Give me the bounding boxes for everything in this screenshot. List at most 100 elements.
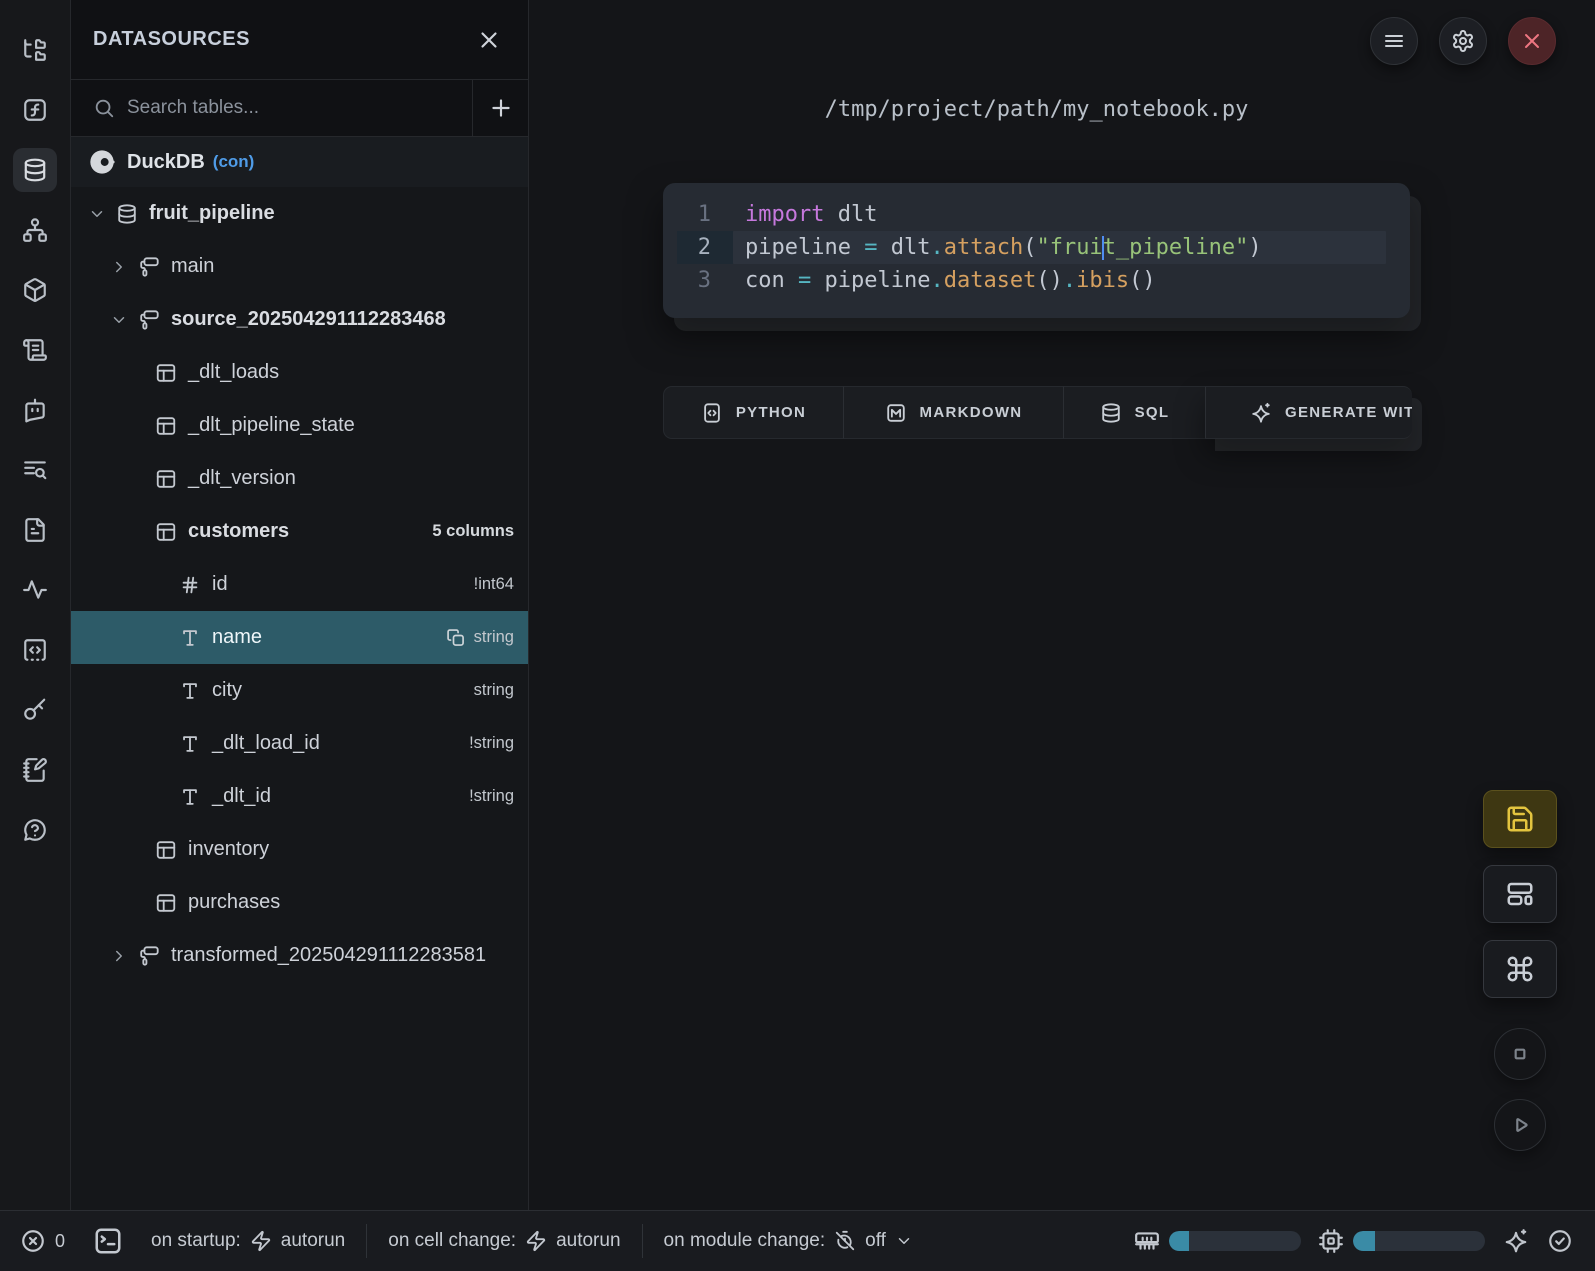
sidebar-item-database[interactable] [13, 148, 57, 192]
code-line-1[interactable]: 1import dlt [663, 198, 1410, 231]
divider [642, 1224, 643, 1258]
sidebar-item-scroll[interactable] [13, 328, 57, 372]
database-icon [22, 157, 48, 183]
menu-button[interactable] [1370, 17, 1418, 65]
tree-item-meta: 5 columns [432, 522, 528, 541]
setting-label: on module change: [664, 1230, 826, 1252]
hash-icon [179, 574, 201, 596]
box-icon [22, 277, 48, 303]
search-input[interactable] [127, 97, 387, 119]
tree-item-label: main [171, 255, 214, 278]
markdown-icon [885, 402, 907, 424]
sidebar-item-file-doc[interactable] [13, 508, 57, 552]
chevron-down-icon [88, 205, 106, 223]
setting-on-module-change[interactable]: on module change:off [664, 1230, 913, 1252]
file-path-label: /tmp/project/path/my_notebook.py [663, 96, 1410, 124]
sidebar-item-key[interactable] [13, 688, 57, 732]
code-text: con = pipeline.dataset().ibis() [733, 264, 1386, 297]
file-tree-icon [22, 37, 48, 63]
run-button[interactable] [1494, 1099, 1546, 1151]
sidebar-item-help[interactable] [13, 808, 57, 852]
setting-value: autorun [281, 1230, 345, 1252]
tree-item-label: source_202504291112283468 [171, 308, 446, 331]
setting-on-cell-change[interactable]: on cell change:autorun [388, 1230, 620, 1252]
tree-item--dlt-id[interactable]: _dlt_id!string [71, 770, 528, 823]
setting-on-startup[interactable]: on startup:autorun [151, 1230, 345, 1252]
tree-item-label: name [212, 626, 262, 649]
connection-duckdb[interactable]: DuckDB (con) [71, 137, 528, 187]
line-number: 3 [663, 264, 733, 297]
menu-icon [1382, 29, 1406, 53]
help-icon [22, 817, 48, 843]
sidebar-item-activity[interactable] [13, 568, 57, 612]
add-python-cell-button[interactable]: PYTHON [663, 386, 843, 439]
sidebar-item-list-search[interactable] [13, 448, 57, 492]
tree-item-fruit-pipeline[interactable]: fruit_pipeline [71, 187, 528, 240]
tree-item-meta: string [474, 681, 528, 700]
tree-item-purchases[interactable]: purchases [71, 876, 528, 929]
search-row [71, 80, 528, 137]
tree-item--dlt-pipeline-state[interactable]: _dlt_pipeline_state [71, 399, 528, 452]
tree-item-customers[interactable]: customers5 columns [71, 505, 528, 558]
stop-icon [1507, 1041, 1533, 1067]
sidebar-item-function-square[interactable] [13, 88, 57, 132]
bot-icon [22, 397, 48, 423]
close-icon[interactable] [476, 27, 502, 53]
tree-item-transformed-202504291112283581[interactable]: transformed_202504291112283581 [71, 929, 528, 982]
sidebar-item-network[interactable] [13, 208, 57, 252]
error-indicator[interactable]: 0 [20, 1228, 65, 1254]
code-card-icon [701, 402, 723, 424]
connection-alias: (con) [213, 152, 255, 172]
tree-item-source-202504291112283468[interactable]: source_202504291112283468 [71, 293, 528, 346]
code-text: pipeline = dlt.attach("fruit_pipeline") [733, 231, 1386, 264]
tree-item-name[interactable]: namestring [71, 611, 528, 664]
sidebar-item-notebook[interactable] [13, 748, 57, 792]
gear-icon [1451, 29, 1475, 53]
tree-item--dlt-loads[interactable]: _dlt_loads [71, 346, 528, 399]
code-line-2[interactable]: 2pipeline = dlt.attach("fruit_pipeline") [663, 231, 1410, 264]
tree-item--dlt-version[interactable]: _dlt_version [71, 452, 528, 505]
terminal-button[interactable] [93, 1226, 123, 1256]
activity-bar [0, 0, 71, 1210]
sidebar-item-code-snippet[interactable] [13, 628, 57, 672]
list-search-icon [22, 457, 48, 483]
tree-item-main[interactable]: main [71, 240, 528, 293]
sidebar-item-bot[interactable] [13, 388, 57, 432]
add-markdown-cell-button[interactable]: MARKDOWN [843, 386, 1063, 439]
circle-x-icon [20, 1228, 46, 1254]
tree-item-label: _dlt_version [188, 467, 296, 490]
code-line-3[interactable]: 3con = pipeline.dataset().ibis() [663, 264, 1410, 297]
setting-value: autorun [556, 1230, 620, 1252]
save-button[interactable] [1483, 790, 1557, 848]
layout-button[interactable] [1483, 865, 1557, 923]
tree-item-inventory[interactable]: inventory [71, 823, 528, 876]
panel-title: DATASOURCES [93, 28, 476, 51]
sidebar-item-box[interactable] [13, 268, 57, 312]
generate-with-ai-button[interactable]: GENERATE WIT [1205, 386, 1412, 439]
add-sql-cell-button[interactable]: SQL [1063, 386, 1205, 439]
tree-item-city[interactable]: citystring [71, 664, 528, 717]
command-palette-button[interactable] [1483, 940, 1557, 998]
tree-item-id[interactable]: id!int64 [71, 558, 528, 611]
duckdb-logo [88, 148, 116, 176]
add-datasource-button[interactable] [472, 80, 528, 136]
settings-button[interactable] [1439, 17, 1487, 65]
tree-item-label: purchases [188, 891, 280, 914]
action-label: MARKDOWN [920, 404, 1023, 421]
code-editor-cell[interactable]: 1import dlt2pipeline = dlt.attach("fruit… [663, 183, 1410, 318]
stop-button[interactable] [1494, 1028, 1546, 1080]
sidebar-item-file-tree[interactable] [13, 28, 57, 72]
close-button[interactable] [1508, 17, 1556, 65]
panel-header: DATASOURCES [71, 0, 528, 80]
type-t-icon [179, 680, 201, 702]
sparkles-icon[interactable] [1503, 1228, 1529, 1254]
search-box[interactable] [71, 80, 472, 136]
connection-ok-icon[interactable] [1547, 1228, 1573, 1254]
notebook-icon [22, 757, 48, 783]
copy-icon[interactable] [446, 628, 466, 648]
meter-fill [1169, 1231, 1189, 1251]
tree-item-meta: !int64 [474, 575, 528, 594]
memory-meter [1134, 1228, 1301, 1254]
tree-item--dlt-load-id[interactable]: _dlt_load_id!string [71, 717, 528, 770]
status-right [1117, 1228, 1573, 1254]
